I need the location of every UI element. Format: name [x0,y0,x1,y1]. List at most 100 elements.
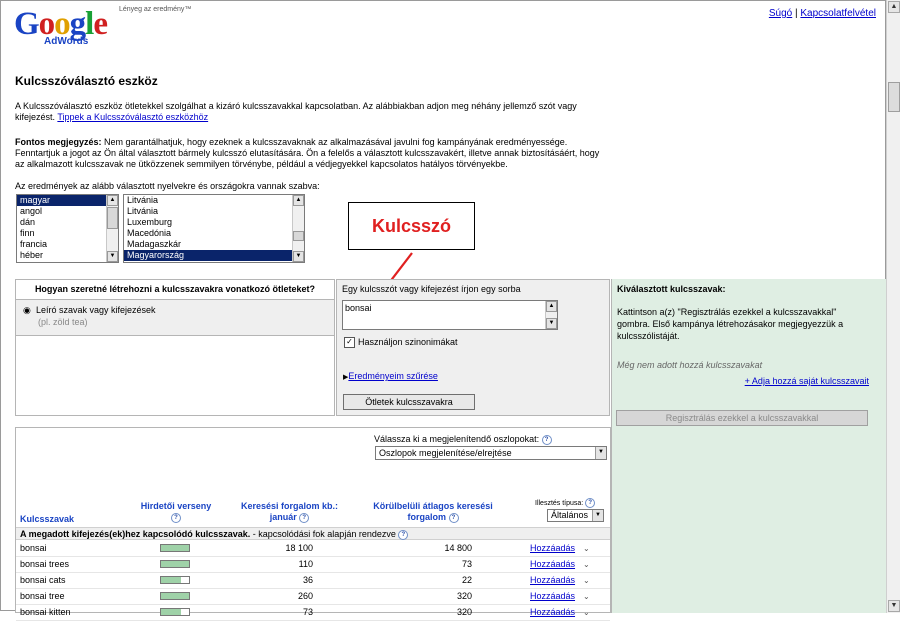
search-volume-cell: 110 [298,559,313,569]
col-avg-volume[interactable]: Körülbelüli átlagos keresési forgalom ? [368,501,498,523]
country-option[interactable]: Madagaszkár [124,239,304,250]
top-links: Súgó | Kapcsolatfelvétel [769,8,876,19]
scroll-down-icon[interactable]: ▼ [888,600,900,612]
language-option[interactable]: dán [17,217,118,228]
columns-label: Válassza ki a megjelenítendő oszlopokat: [374,434,540,444]
contact-link[interactable]: Kapcsolatfelvétel [800,8,876,19]
tips-link[interactable]: Tippek a Kulcsszóválasztó eszközhöz [57,112,208,122]
note-line-1: Nem garantálhatjuk, hogy ezeknek a kulcs… [101,137,568,147]
register-keywords-button[interactable]: Regisztrálás ezekkel a kulcsszavakkal [616,410,868,426]
descriptive-words-hint: (pl. zöld tea) [38,317,88,327]
col-search-volume-label: Keresési forgalom kb.: január [240,501,339,522]
country-scrollbar[interactable]: ▲ ▼ [292,195,304,262]
country-option[interactable]: Litvánia [124,195,304,206]
add-own-keywords-link[interactable]: + Adja hozzá saját kulcsszavait [745,376,869,386]
country-option[interactable]: Luxemburg [124,217,304,228]
textarea-scrollbar[interactable]: ▲ ▼ [545,301,557,329]
language-option[interactable]: héber [17,250,118,261]
match-type-label: Illesztés típusa: [535,499,584,507]
scroll-down-icon[interactable]: ▼ [107,251,118,262]
help-icon[interactable]: ? [448,512,459,523]
scroll-thumb[interactable] [293,231,304,241]
add-keyword-link[interactable]: Hozzáadás [530,541,575,556]
important-note: Fontos megjegyzés: Nem garantálhatjuk, h… [15,137,620,170]
keyword-input-panel: Egy kulcsszót vagy kifejezést írjon egy … [336,279,610,416]
country-option[interactable]: Litvánia [124,206,304,217]
keyword-input-heading: Egy kulcsszót vagy kifejezést írjon egy … [342,284,521,294]
add-keyword-link[interactable]: Hozzáadás [530,589,575,604]
help-icon[interactable]: ? [585,498,596,508]
add-own-keywords-wrap: + Adja hozzá saját kulcsszavait [745,376,869,386]
country-listbox[interactable]: Litvánia Litvánia Luxemburg Macedónia Ma… [123,194,305,263]
search-volume-cell: 36 [302,575,313,585]
chevron-double-down-icon[interactable]: ⌄ [583,541,590,556]
country-option[interactable]: Magyarország [124,250,304,261]
add-keyword-link[interactable]: Hozzáadás [530,573,575,588]
add-keyword-link[interactable]: Hozzáadás [530,557,575,572]
scroll-down-icon[interactable]: ▼ [546,318,557,329]
col-keywords[interactable]: Kulcsszavak [20,514,74,525]
scroll-up-icon[interactable]: ▲ [888,1,900,13]
keyword-textarea-value: bonsai [345,303,372,313]
help-icon[interactable]: ? [398,529,409,540]
synonyms-checkbox[interactable]: ✓ [344,337,355,348]
search-volume-cell: 18 100 [285,543,313,553]
language-scrollbar[interactable]: ▲ ▼ [106,195,118,262]
related-keywords-section-header: A megadott kifejezés(ek)hez kapcsolódó k… [16,527,610,540]
match-type-select[interactable]: Általános ▼ [547,509,604,522]
section-title: A megadott kifejezés(ek)hez kapcsolódó k… [20,529,251,539]
intro-text: A Kulcsszóválasztó eszköz ötletekkel szo… [15,101,615,123]
intro-line-1: A Kulcsszóválasztó eszköz ötletekkel szo… [15,101,577,111]
language-option[interactable]: finn [17,228,118,239]
chevron-double-down-icon[interactable]: ⌄ [583,557,590,572]
chevron-double-down-icon[interactable]: ⌄ [583,573,590,588]
chevron-double-down-icon[interactable]: ⌄ [583,589,590,604]
columns-label-row: Válassza ki a megjelenítendő oszlopokat:… [374,434,552,445]
table-row: bonsai kitten 73 320 Hozzáadás ⌄ [16,605,610,621]
language-label: Az eredmények az alább választott nyelve… [15,181,320,191]
scroll-up-icon[interactable]: ▲ [293,195,304,206]
idea-method-heading: Hogyan szeretné létrehozni a kulcsszavak… [16,280,334,300]
avg-volume-cell: 73 [461,559,472,569]
get-ideas-button[interactable]: Ötletek kulcsszavakra [343,394,475,410]
window-scrollbar[interactable]: ▲ ▼ [886,0,900,613]
descriptive-words-radio[interactable]: ◉ [23,305,31,316]
columns-select[interactable]: Oszlopok megjelenítése/elrejtése ▼ [375,446,607,460]
language-option[interactable]: francia [17,239,118,250]
top-links-separator: | [795,8,798,19]
keyword-callout: Kulcsszó [348,202,475,250]
help-icon[interactable]: ? [171,512,181,523]
help-icon[interactable]: ? [299,512,310,523]
competition-bar-fill [161,609,182,615]
competition-bar [160,608,190,616]
col-avg-volume-label: Körülbelüli átlagos keresési forgalom [373,501,493,522]
language-option[interactable]: angol [17,206,118,217]
col-competition[interactable]: Hirdetői verseny? [136,501,216,523]
note-line-3: az alkalmazott kulcsszavak ne ütközzenek… [15,159,508,169]
col-competition-label: Hirdetői verseny [140,501,212,511]
competition-bar [160,560,190,568]
competition-bar-fill [161,593,189,599]
col-search-volume[interactable]: Keresési forgalom kb.: január ? [232,501,347,523]
table-row: bonsai cats 36 22 Hozzáadás ⌄ [16,573,610,589]
language-listbox[interactable]: magyar angol dán finn francia héber ▲ ▼ [16,194,119,263]
help-link[interactable]: Súgó [769,8,792,19]
chevron-down-icon[interactable]: ▼ [592,510,603,521]
table-row: bonsai tree 260 320 Hozzáadás ⌄ [16,589,610,605]
keyword-cell: bonsai [20,543,47,553]
match-type-label-row: Illesztés típusa: ? [535,498,596,508]
scroll-down-icon[interactable]: ▼ [293,251,304,262]
scroll-up-icon[interactable]: ▲ [546,301,557,312]
keyword-textarea[interactable]: bonsai ▲ ▼ [342,300,558,330]
selected-keywords-panel: Kiválasztott kulcsszavak: Kattintson a(z… [611,279,886,613]
filter-results-link[interactable]: Eredményeim szűrése [348,371,438,381]
language-option[interactable]: magyar [17,195,118,206]
note-label: Fontos megjegyzés: [15,137,102,147]
country-option[interactable]: Macedónia [124,228,304,239]
scroll-thumb[interactable] [107,207,118,229]
help-icon[interactable]: ? [541,434,552,445]
chevron-down-icon[interactable]: ▼ [595,447,606,459]
scroll-thumb[interactable] [888,82,900,112]
scroll-up-icon[interactable]: ▲ [107,195,118,206]
columns-select-value: Oszlopok megjelenítése/elrejtése [379,448,512,458]
